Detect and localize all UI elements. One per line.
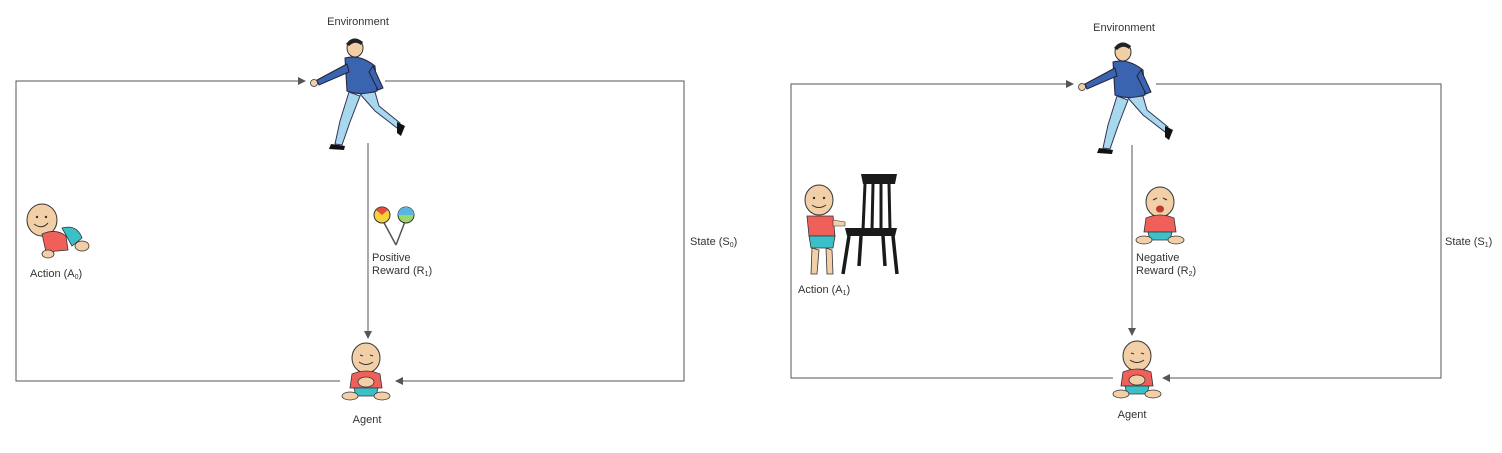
crying-baby-icon [1135, 186, 1185, 245]
rl-loop-panel-positive: Environment Positive Reward (R1) Action … [0, 0, 751, 453]
action-label: Action (A1) [798, 284, 851, 297]
reward-label: Positive Reward (R1) [372, 252, 432, 281]
reward-type-text: Negative [1136, 252, 1180, 264]
state-label: State (S1) [1445, 236, 1493, 249]
crawling-baby-icon [26, 203, 90, 259]
reward-value-text: Reward (R1) [372, 265, 433, 278]
agent-label: Agent [1117, 409, 1147, 421]
rl-loop-panel-negative: Environment Action (A1) Negative Reward … [751, 0, 1502, 453]
environment-label: Environment [1093, 22, 1155, 34]
agent-baby-icon [341, 342, 391, 401]
environment-man-icon [310, 38, 405, 150]
standing-baby-with-chair-icon [804, 174, 899, 275]
environment-label: Environment [327, 16, 389, 28]
agent-baby-icon [1112, 340, 1162, 399]
action-label: Action (A0) [30, 268, 83, 281]
reward-label: Negative Reward (R2) [1136, 252, 1196, 281]
environment-man-icon [1078, 42, 1173, 154]
state-arrow [385, 80, 685, 385]
reward-value-text: Reward (R2) [1136, 265, 1197, 278]
reward-type-text: Positive [372, 252, 411, 264]
lollipops-icon [373, 206, 415, 246]
state-arrow [1156, 83, 1442, 382]
agent-label: Agent [352, 414, 382, 426]
state-label: State (S0) [690, 236, 738, 249]
